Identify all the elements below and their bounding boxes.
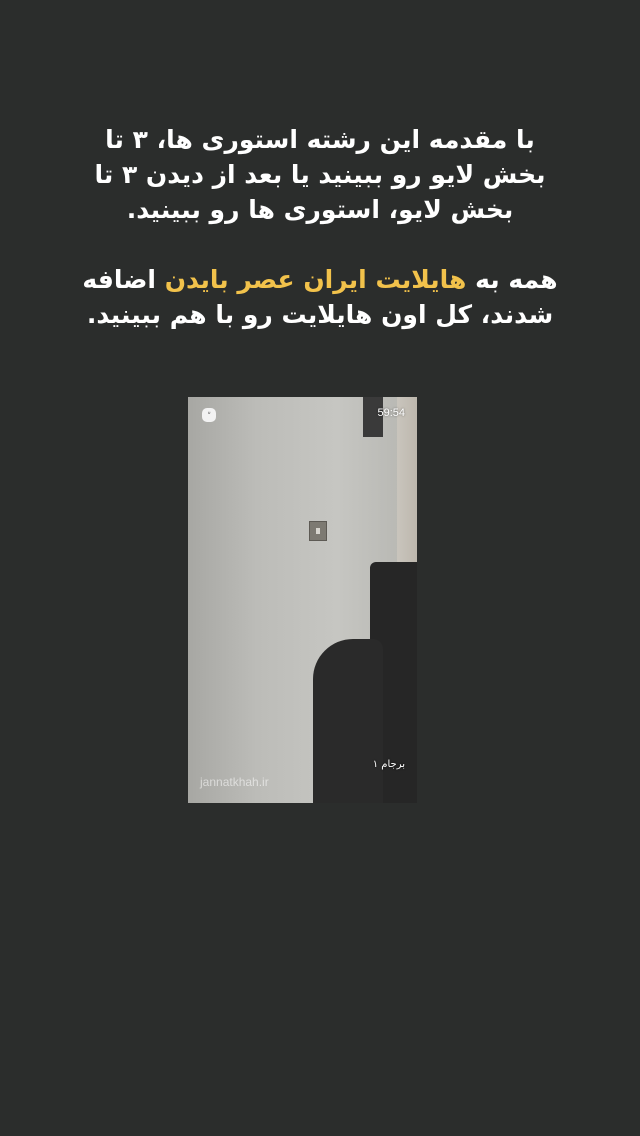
highlight-name[interactable]: هایلایت ایران عصر بایدن [165,265,467,294]
story-text: با مقدمه این رشته استوری ها، ۳ تا بخش لا… [70,122,570,332]
highlight-prefix: همه به [475,265,558,294]
video-embed[interactable]: ᐡ 59:54 برجام ۱ jannatkhah.ir [188,397,417,803]
camera-icon: ᐡ [202,408,216,422]
video-caption-tag: برجام ۱ [372,759,405,770]
video-timer: 59:54 [377,407,405,419]
video-wall-edge [397,397,417,577]
story-paragraph-highlight: همه به هایلایت ایران عصر بایدن اضافه شدن… [70,262,570,332]
video-watermark: jannatkhah.ir [200,775,269,789]
video-light-switch [309,521,327,541]
video-person-silhouette [313,639,383,803]
story-paragraph-intro: با مقدمه این رشته استوری ها، ۳ تا بخش لا… [94,125,546,224]
